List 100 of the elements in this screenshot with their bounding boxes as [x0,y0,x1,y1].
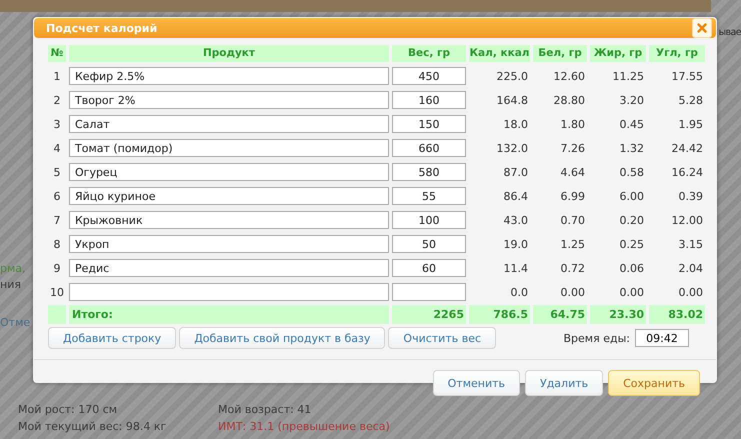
row-number: 6 [52,189,62,205]
table-cell-text: 0.06 [618,261,645,277]
table-cell-text: 6.00 [618,189,645,205]
dialog-button[interactable]: Удалить [525,370,604,396]
table-cell-text: 86.4 [502,189,529,205]
table-cell-text: 0.00 [678,285,704,301]
row-number: 2 [52,93,62,109]
column-header: Жир, гр [590,45,646,62]
table-cell-text: 24.42 [670,141,704,157]
total-cell: 786.5 [469,305,530,324]
row-number: 9 [52,261,62,277]
profile-stat: Мой текущий вес: 98.4 кг [18,420,168,433]
column-header: Кал, ккал [469,45,530,62]
table-cell-text: 6.99 [560,189,586,205]
table-cell-text: 0.20 [618,213,645,229]
totals-label: Итого: [69,305,389,324]
product-field[interactable]: Кефир 2.5% [69,67,389,85]
product-field[interactable]: Крыжовник [69,211,389,229]
row-number: 3 [52,117,62,133]
table-cell-text: 2.04 [678,261,704,277]
table-cell-text: 7.26 [560,141,586,157]
row-number: 5 [52,165,62,181]
product-field[interactable]: Творог 2% [69,91,389,109]
weight-field[interactable]: 160 [392,91,466,109]
weight-field[interactable]: 60 [392,259,466,277]
table-cell-text: 0.0 [510,285,529,301]
table-cell-text: 0.39 [678,189,704,205]
action-button[interactable]: Добавить строку [48,327,176,349]
close-button[interactable] [692,18,712,38]
table-cell-text: 16.24 [670,165,704,181]
page-text: ывае [718,27,741,38]
table-cell-text: 3.20 [618,93,645,109]
table-cell-text: 43.0 [502,213,529,229]
product-field[interactable]: Укроп [69,235,389,253]
table-cell-text: 164.8 [496,93,529,109]
weight-field[interactable]: 580 [392,163,466,181]
table-cell-text: 132.0 [496,141,529,157]
column-header: Вес, гр [392,45,466,62]
table-cell-text: 87.0 [502,165,529,181]
meal-time-label: Время еды: [564,332,630,344]
product-field[interactable]: Огурец [69,163,389,181]
weight-field[interactable]: 450 [392,67,466,85]
product-field[interactable]: Яйцо куриное [69,187,389,205]
weight-field[interactable]: 50 [392,235,466,253]
column-header: Угл, гр [649,45,705,62]
table-cell-text: 28.80 [552,93,586,109]
profile-stat: Мой возраст: 41 [218,403,312,416]
table-cell-text: 0.45 [618,117,645,133]
table-cell-text: 225.0 [496,69,529,85]
table-cell-text: 1.32 [618,141,645,157]
action-button[interactable]: Добавить свой продукт в базу [179,327,386,349]
weight-field[interactable]: 100 [392,211,466,229]
table-cell-text: 3.15 [678,237,704,253]
close-icon [697,23,707,33]
row-number: 10 [49,285,65,301]
row-number: 1 [52,69,62,85]
page-text: ния [0,278,22,291]
weight-field[interactable]: 55 [392,187,466,205]
product-field[interactable]: Редис [69,259,389,277]
profile-stat: Мой рост: 170 см [18,403,118,416]
table-cell-text: 5.28 [678,93,704,109]
dialog-button[interactable]: Отменить [432,370,520,396]
table-cell-text: 0.72 [560,261,586,277]
table-cell-text: 19.0 [502,237,529,253]
row-number: 4 [52,141,62,157]
table-cell-text: 17.55 [670,69,704,85]
table-cell-text: 0.58 [618,165,645,181]
page-text: рма, [0,262,27,275]
table-cell-text: 0.25 [618,237,645,253]
action-button[interactable]: Очистить вес [388,327,496,349]
total-cell [48,305,66,324]
dialog-title: Подсчет калорий [46,22,158,34]
row-number: 8 [52,237,62,253]
table-cell-text: 12.60 [552,69,586,85]
weight-field[interactable]: 150 [392,115,466,133]
total-cell: 64.75 [533,305,587,324]
table-cell-text: 1.95 [678,117,704,133]
profile-stat: ИМТ: 31.1 (превышение веса) [218,420,391,433]
table-cell-text: 12.00 [670,213,704,229]
table-cell-text: 4.64 [560,165,586,181]
total-cell: 23.30 [590,305,646,324]
weight-field[interactable]: 660 [392,139,466,157]
total-cell: 2265 [392,305,466,324]
table-cell-text: 0.00 [560,285,586,301]
product-field[interactable]: Салат [69,115,389,133]
table-cell-text: 11.4 [502,261,529,277]
column-header: Бел, гр [533,45,587,62]
total-cell: 83.02 [649,305,705,324]
weight-field[interactable] [392,283,466,301]
meal-time-field[interactable]: 09:42 [635,329,689,347]
row-number: 7 [52,213,62,229]
column-header: № [48,45,66,62]
table-cell-text: 11.25 [612,69,645,85]
product-field[interactable] [69,283,389,301]
table-cell-text: 1.80 [560,117,586,133]
table-cell-text: 1.25 [560,237,586,253]
table-cell-text: 0.70 [560,213,586,229]
table-cell-text: 0.00 [618,285,645,301]
column-header: Продукт [69,45,389,62]
product-field[interactable]: Томат (помидор) [69,139,389,157]
